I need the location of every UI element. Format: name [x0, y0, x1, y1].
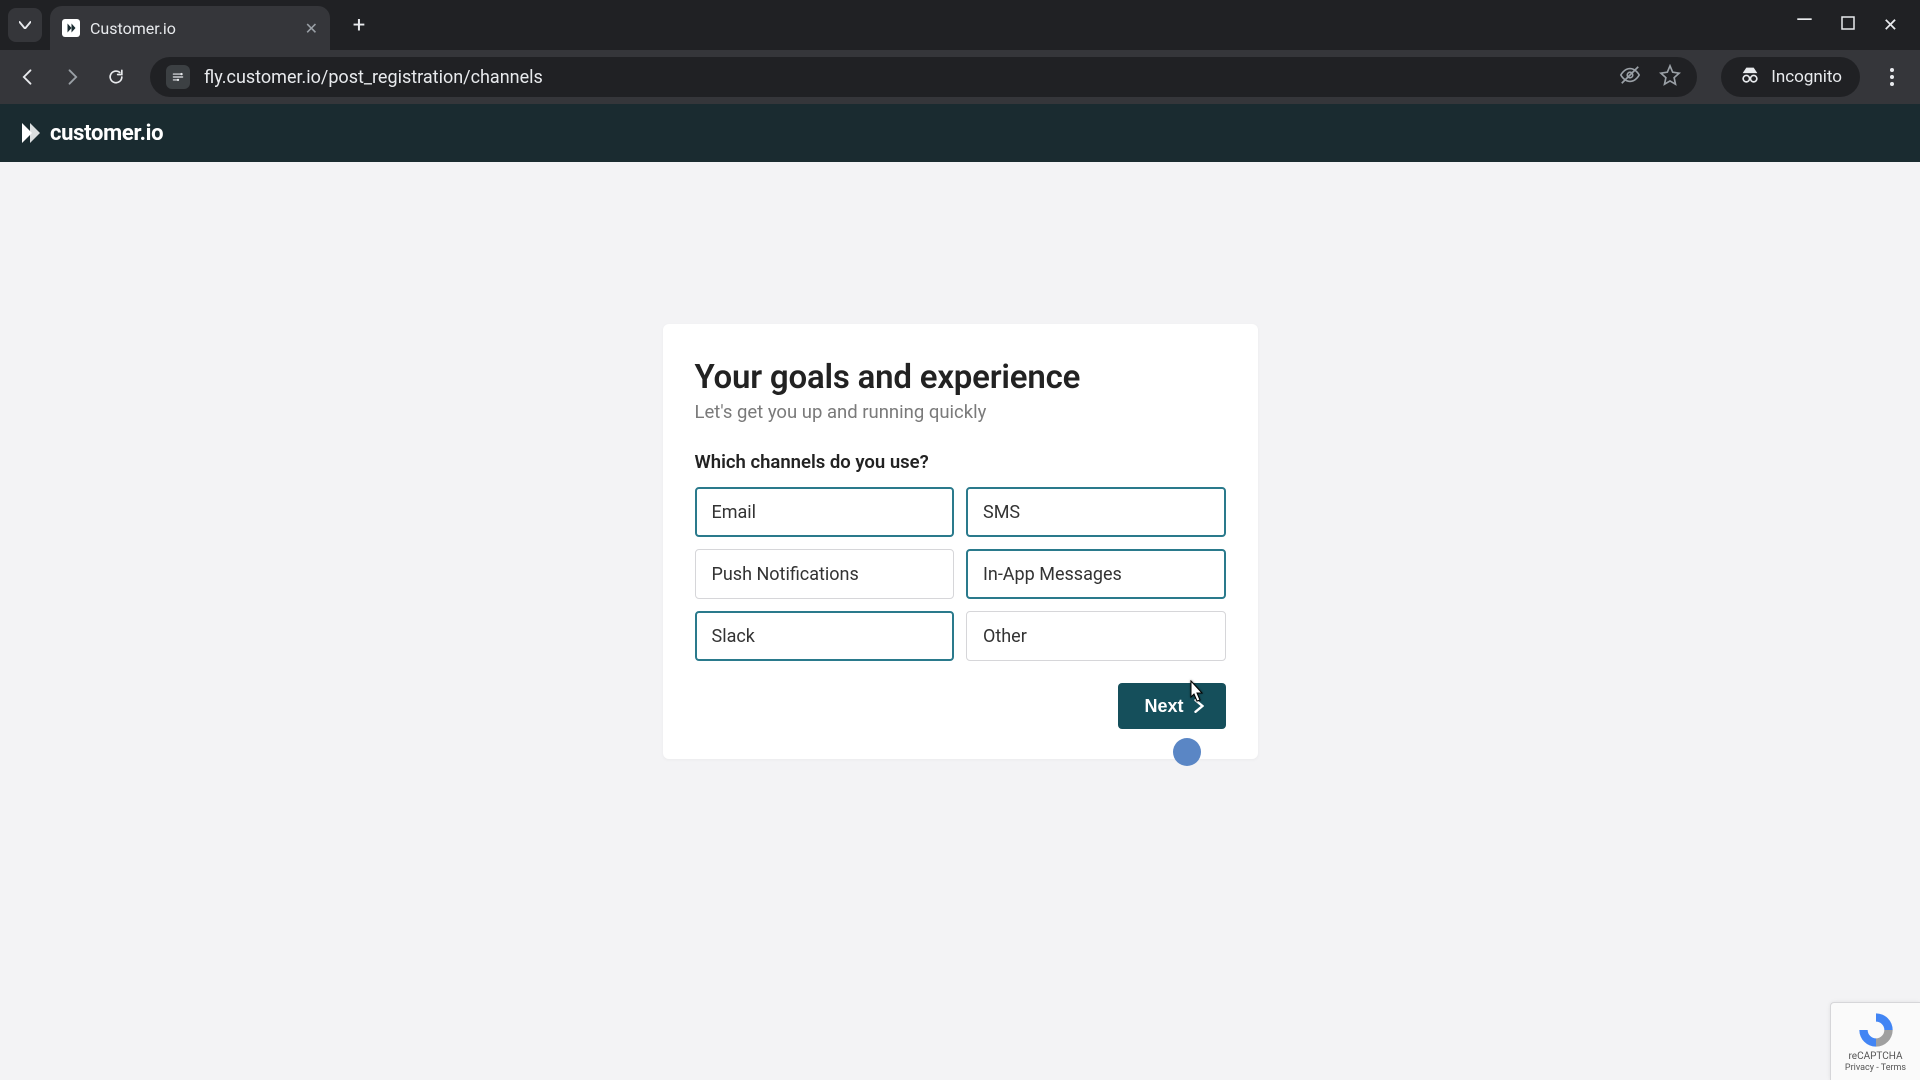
url-text: fly.customer.io/post_registration/channe…: [204, 67, 1605, 88]
next-button[interactable]: Next: [1118, 683, 1225, 729]
window-minimize-button[interactable]: —: [1796, 8, 1813, 33]
option-label: SMS: [983, 502, 1020, 523]
option-email[interactable]: Email: [695, 487, 955, 537]
card-title: Your goals and experience: [695, 358, 1226, 397]
recaptcha-badge[interactable]: reCAPTCHA Privacy - Terms: [1830, 1002, 1920, 1080]
next-button-label: Next: [1144, 696, 1183, 717]
option-in-app-messages[interactable]: In-App Messages: [966, 549, 1226, 599]
address-bar[interactable]: fly.customer.io/post_registration/channe…: [150, 57, 1697, 97]
option-other[interactable]: Other: [966, 611, 1226, 661]
option-label: Slack: [712, 626, 755, 647]
bookmark-star-icon[interactable]: [1659, 64, 1681, 91]
recaptcha-brand: reCAPTCHA: [1848, 1051, 1902, 1062]
browser-tab[interactable]: Customer.io ✕: [50, 6, 330, 50]
browser-toolbar: fly.customer.io/post_registration/channe…: [0, 50, 1920, 104]
card-subtitle: Let's get you up and running quickly: [695, 401, 1226, 423]
brand-logo[interactable]: customer.io: [18, 121, 163, 146]
eye-off-icon[interactable]: [1619, 64, 1641, 91]
tab-close-button[interactable]: ✕: [305, 19, 318, 38]
option-label: Push Notifications: [712, 564, 859, 585]
window-controls: — ✕: [1796, 0, 1920, 50]
page-body: Your goals and experience Let's get you …: [0, 162, 1920, 1080]
site-settings-icon[interactable]: [166, 65, 190, 89]
onboarding-card: Your goals and experience Let's get you …: [663, 324, 1258, 759]
window-close-button[interactable]: ✕: [1883, 15, 1898, 36]
chevron-right-icon: [1194, 699, 1204, 713]
tab-title: Customer.io: [90, 19, 176, 38]
card-actions: Next: [695, 683, 1226, 729]
option-label: Other: [983, 626, 1027, 647]
app-header: customer.io: [0, 104, 1920, 162]
browser-reload-button[interactable]: [98, 59, 134, 95]
option-slack[interactable]: Slack: [695, 611, 955, 661]
incognito-label: Incognito: [1771, 67, 1842, 87]
channel-options-grid: Email SMS Push Notifications In-App Mess…: [695, 487, 1226, 661]
recaptcha-links: Privacy - Terms: [1845, 1063, 1906, 1073]
option-label: Email: [712, 502, 757, 523]
tab-search-button[interactable]: [8, 8, 42, 42]
brand-logo-icon: [18, 121, 42, 145]
browser-forward-button[interactable]: [54, 59, 90, 95]
browser-menu-button[interactable]: [1874, 59, 1910, 95]
tab-favicon: [62, 19, 80, 37]
browser-back-button[interactable]: [10, 59, 46, 95]
question-label: Which channels do you use?: [695, 451, 1226, 473]
highlight-dot: [1173, 738, 1201, 766]
recaptcha-icon: [1856, 1010, 1896, 1050]
browser-tabstrip: Customer.io ✕ + — ✕: [0, 0, 1920, 50]
window-maximize-button[interactable]: [1841, 16, 1855, 34]
option-push-notifications[interactable]: Push Notifications: [695, 549, 955, 599]
incognito-indicator[interactable]: Incognito: [1721, 57, 1860, 97]
brand-name: customer.io: [50, 121, 163, 146]
option-sms[interactable]: SMS: [966, 487, 1226, 537]
incognito-icon: [1739, 64, 1761, 91]
new-tab-button[interactable]: +: [344, 10, 374, 40]
option-label: In-App Messages: [983, 564, 1122, 585]
